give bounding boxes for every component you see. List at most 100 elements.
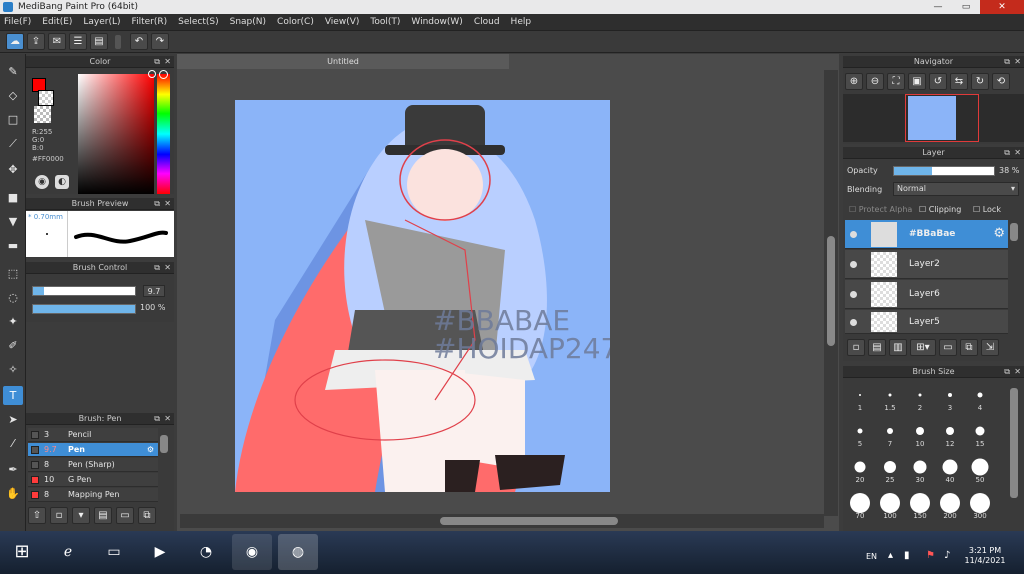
layer-folder-icon[interactable]: ▭ (939, 339, 957, 356)
divide-tool-icon[interactable]: ⁄ (3, 434, 23, 453)
layer-visibility-icon[interactable] (850, 231, 857, 238)
brush-size-option[interactable]: 1.5 (875, 382, 905, 412)
panel-undock-icon[interactable]: ⧉ (1004, 56, 1010, 68)
panel-close-icon[interactable]: ✕ (164, 413, 171, 425)
tray-clock[interactable]: 3:21 PM 11/4/2021 (960, 546, 1010, 566)
blending-select[interactable]: Normal ▾ (893, 182, 1019, 196)
background-color-swatch[interactable] (38, 90, 54, 106)
brush-size-scrollbar[interactable] (1010, 388, 1018, 498)
eraser-tool-icon[interactable]: ◇ (3, 86, 23, 105)
panel-undock-icon[interactable]: ⧉ (154, 56, 160, 68)
minimize-button[interactable]: — (924, 0, 952, 14)
layer-visibility-icon[interactable] (850, 291, 857, 298)
brush-size-option[interactable]: 4 (965, 382, 995, 412)
transparent-color-swatch[interactable] (34, 106, 51, 123)
clipping-checkbox[interactable]: ☐ Clipping (919, 205, 961, 214)
brush-size-option[interactable]: 200 (935, 490, 965, 520)
panel-undock-icon[interactable]: ⧉ (154, 413, 160, 425)
canvas-horizontal-scrollbar[interactable] (180, 514, 824, 528)
move-tool-icon[interactable]: ✥ (3, 160, 23, 179)
brush-size-option[interactable]: 25 (875, 454, 905, 484)
brush-size-option[interactable]: 2 (905, 382, 935, 412)
layer-row[interactable]: Layer6 (845, 280, 1008, 309)
brush-size-option[interactable]: 100 (875, 490, 905, 520)
menu-color[interactable]: Color(C) (277, 17, 314, 27)
layer-list-scrollbar[interactable] (1010, 223, 1018, 241)
rotate-right-icon[interactable]: ↻ (971, 73, 989, 90)
brush-size-option[interactable]: 30 (905, 454, 935, 484)
vertical-scroll-thumb[interactable] (827, 236, 835, 346)
close-button[interactable]: ✕ (980, 0, 1024, 14)
menu-edit[interactable]: Edit(E) (42, 17, 72, 27)
menu-view[interactable]: View(V) (325, 17, 360, 27)
shape-tool-icon[interactable]: □ (3, 110, 23, 129)
color-wheel-icon[interactable]: ◉ (35, 175, 49, 189)
brush-size-option[interactable]: 1 (845, 382, 875, 412)
brush-size-option[interactable]: 12 (935, 418, 965, 448)
brush-size-option[interactable]: 20 (845, 454, 875, 484)
new-8bit-layer-icon[interactable]: ▥ (889, 339, 907, 356)
zoom-in-icon[interactable]: ⊕ (845, 73, 863, 90)
menu-file[interactable]: File(F) (4, 17, 31, 27)
panel-undock-icon[interactable]: ⧉ (154, 262, 160, 274)
rotate-left-icon[interactable]: ↺ (929, 73, 947, 90)
protect-alpha-checkbox[interactable]: ☐ Protect Alpha (849, 205, 912, 214)
brush-item[interactable]: 8 Mapping Pen (28, 488, 158, 502)
canvas-vertical-scrollbar[interactable] (824, 70, 838, 516)
brush-size-option[interactable]: 15 (965, 418, 995, 448)
zoom-out-icon[interactable]: ⊖ (866, 73, 884, 90)
menu-snap[interactable]: Snap(N) (230, 17, 266, 27)
flip-icon[interactable]: ⇆ (950, 73, 968, 90)
panel-close-icon[interactable]: ✕ (164, 56, 171, 68)
brush-duplicate-icon[interactable]: ⧉ (138, 507, 156, 524)
line-tool-icon[interactable]: ⟋ (3, 134, 23, 153)
layer-opacity-slider[interactable] (893, 166, 995, 176)
start-button-icon[interactable]: ⊞ (2, 534, 42, 570)
panel-undock-icon[interactable]: ⧉ (1004, 147, 1010, 159)
chat-icon[interactable]: ✉ (48, 33, 66, 50)
layer-row[interactable]: Layer2 (845, 250, 1008, 279)
layer-row-selected[interactable]: #BBaBae ⚙ (845, 220, 1008, 249)
brush-size-option[interactable]: 70 (845, 490, 875, 520)
reset-view-icon[interactable]: ⟲ (992, 73, 1010, 90)
brush-size-slider[interactable] (32, 286, 136, 296)
new-brush-icon[interactable]: ▫ (50, 507, 68, 524)
fill-rect-tool-icon[interactable]: ■ (3, 188, 23, 207)
gradient-tool-icon[interactable]: ▬ (3, 236, 23, 255)
bucket-tool-icon[interactable]: ▼ (3, 212, 23, 231)
panel-close-icon[interactable]: ✕ (1014, 366, 1021, 378)
eyedropper-tool-icon[interactable]: ✒ (3, 460, 23, 479)
saturation-value-picker[interactable] (78, 74, 154, 194)
layer-visibility-icon[interactable] (850, 261, 857, 268)
brush-size-option[interactable]: 300 (965, 490, 995, 520)
hand-tool-icon[interactable]: ✋ (3, 484, 23, 503)
tray-arrow-icon[interactable]: ▴ (888, 550, 893, 561)
brush-copy-icon[interactable]: ▤ (94, 507, 112, 524)
brush-item[interactable]: 8 Pen (Sharp) (28, 458, 158, 472)
panel-close-icon[interactable]: ✕ (1014, 56, 1021, 68)
internet-explorer-icon[interactable]: ℯ (48, 534, 88, 570)
layer-visibility-icon[interactable] (850, 319, 857, 326)
add-layer-dropdown-icon[interactable]: ⊞▾ (910, 339, 936, 356)
magic-wand-tool-icon[interactable]: ✦ (3, 312, 23, 331)
volume-icon[interactable]: ♪ (944, 550, 950, 561)
select-tool-icon[interactable]: ⬚ (3, 264, 23, 283)
comment-icon[interactable]: ☰ (69, 33, 87, 50)
menu-cloud[interactable]: Cloud (474, 17, 500, 27)
panel-close-icon[interactable]: ✕ (164, 262, 171, 274)
layer-settings-gear-icon[interactable]: ⚙ (993, 226, 1005, 241)
fit-window-icon[interactable]: ⛶ (887, 73, 905, 90)
menu-window[interactable]: Window(W) (411, 17, 462, 27)
brush-size-option[interactable]: 7 (875, 418, 905, 448)
brush-item[interactable]: 3 Pencil (28, 428, 158, 442)
menu-help[interactable]: Help (511, 17, 532, 27)
cloud-icon[interactable]: ☁ (6, 33, 24, 50)
brush-folder-icon[interactable]: ▭ (116, 507, 134, 524)
panel-undock-icon[interactable]: ⧉ (154, 198, 160, 210)
duplicate-layer-icon[interactable]: ⧉ (960, 339, 978, 356)
brush-tool-icon[interactable]: ✎ (3, 62, 23, 81)
undo-icon[interactable]: ↶ (130, 33, 148, 50)
brush-size-value[interactable]: 9.7 (143, 285, 165, 297)
brush-size-option[interactable]: 3 (935, 382, 965, 412)
document-tab[interactable]: Untitled (177, 54, 509, 69)
